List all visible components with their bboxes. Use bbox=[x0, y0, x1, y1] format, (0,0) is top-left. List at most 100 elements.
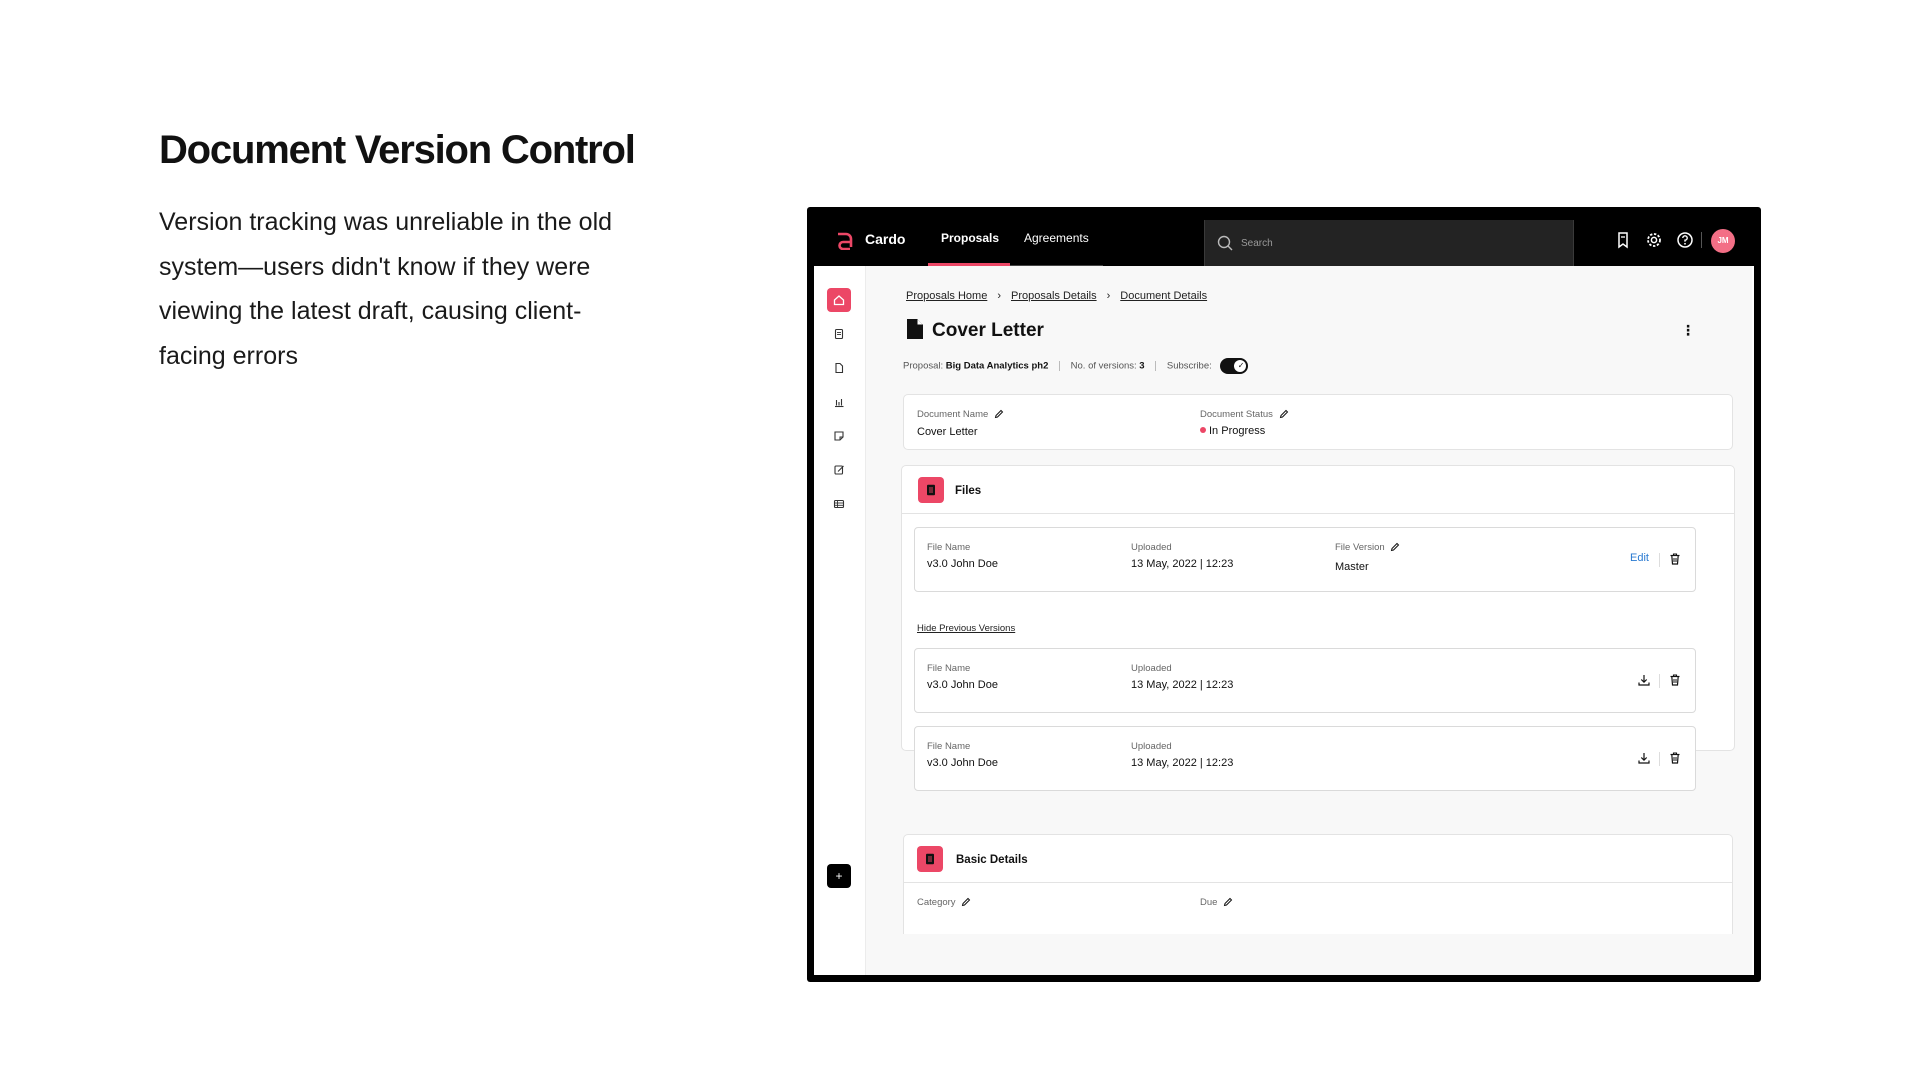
status-badge: In Progress bbox=[1200, 425, 1265, 437]
status-dot bbox=[1200, 427, 1206, 434]
breadcrumb-proposals-details[interactable]: Proposals Details bbox=[1011, 290, 1097, 302]
file-name-label: File Name bbox=[927, 663, 971, 674]
tab-agreements[interactable]: Agreements bbox=[1024, 231, 1089, 245]
document-name-label: Document Name bbox=[917, 409, 1004, 420]
sidebar-item-home[interactable] bbox=[827, 288, 851, 312]
sidebar: + bbox=[814, 266, 866, 975]
trash-icon[interactable] bbox=[1668, 673, 1682, 687]
search-input[interactable] bbox=[1241, 234, 1541, 252]
breadcrumb: Proposals Home › Proposals Details › Documen… bbox=[906, 290, 1207, 302]
search-box[interactable] bbox=[1204, 220, 1574, 266]
pencil-icon[interactable] bbox=[994, 409, 1004, 419]
bookmark-icon[interactable] bbox=[1614, 231, 1632, 249]
file-version-value: Master bbox=[1335, 561, 1369, 573]
file-name-value[interactable]: v3.0 John Doe bbox=[927, 558, 998, 570]
document-status-label: Document Status bbox=[1200, 409, 1289, 420]
document-info-card: Document Name Cover Letter Document Stat… bbox=[903, 394, 1733, 450]
edit-note-icon bbox=[834, 465, 844, 475]
uploaded-value: 13 May, 2022 | 12:23 bbox=[1131, 679, 1234, 691]
row-separator bbox=[1659, 752, 1660, 766]
gear-icon[interactable] bbox=[1645, 231, 1663, 249]
previous-file-row: File Name v3.0 John Doe Uploaded 13 May,… bbox=[914, 648, 1696, 713]
document-meta: Proposal: Big Data Analytics ph2 No. of … bbox=[903, 358, 1249, 374]
file-name-label: File Name bbox=[927, 542, 971, 553]
main-content: Proposals Home › Proposals Details › Documen… bbox=[866, 266, 1752, 975]
basic-details-card: Basic Details Category Due bbox=[903, 834, 1733, 934]
subscribe-label: Subscribe: bbox=[1166, 360, 1212, 372]
file-version-label: File Version bbox=[1335, 542, 1400, 553]
add-button[interactable]: + bbox=[827, 864, 851, 888]
due-label: Due bbox=[1200, 897, 1233, 908]
pencil-icon[interactable] bbox=[1223, 897, 1233, 907]
breadcrumb-proposals-home[interactable]: Proposals Home bbox=[906, 290, 987, 302]
uploaded-value: 13 May, 2022 | 12:23 bbox=[1131, 558, 1234, 570]
table-icon bbox=[833, 499, 845, 509]
help-icon[interactable] bbox=[1676, 231, 1694, 249]
sidebar-item-documents[interactable] bbox=[827, 322, 851, 346]
tab-proposals[interactable]: Proposals bbox=[941, 231, 999, 245]
uploaded-label: Uploaded bbox=[1131, 542, 1172, 553]
document-list-icon bbox=[834, 328, 844, 340]
file-name-value[interactable]: v3.0 John Doe bbox=[927, 679, 998, 691]
chevron-right-icon: › bbox=[997, 290, 1001, 302]
subscribe-toggle[interactable]: ✓ bbox=[1220, 358, 1249, 374]
category-label: Category bbox=[917, 897, 971, 908]
home-icon bbox=[833, 295, 845, 306]
current-file-row: File Name v3.0 John Doe Uploaded 13 May,… bbox=[914, 527, 1696, 592]
section-divider bbox=[904, 882, 1732, 883]
top-bar: Cardo Proposals Agreements Search JM bbox=[814, 214, 1754, 266]
download-icon[interactable] bbox=[1637, 751, 1651, 765]
basic-details-title: Basic Details bbox=[956, 854, 1028, 866]
top-bar-separator bbox=[1701, 232, 1702, 248]
download-icon[interactable] bbox=[1637, 673, 1651, 687]
pencil-icon[interactable] bbox=[1390, 542, 1400, 552]
previous-file-row: File Name v3.0 John Doe Uploaded 13 May,… bbox=[914, 726, 1696, 791]
row-separator bbox=[1659, 674, 1660, 688]
sidebar-item-notes[interactable] bbox=[827, 424, 851, 448]
versions-value: 3 bbox=[1139, 360, 1145, 372]
files-card: Files File Name v3.0 John Doe Uploaded 1… bbox=[901, 465, 1735, 791]
note-icon bbox=[834, 431, 844, 441]
uploaded-label: Uploaded bbox=[1131, 663, 1172, 674]
check-icon: ✓ bbox=[1237, 361, 1245, 370]
basic-details-section-icon bbox=[917, 846, 943, 872]
uploaded-value: 13 May, 2022 | 12:23 bbox=[1131, 757, 1234, 769]
proposal-value[interactable]: Big Data Analytics ph2 bbox=[946, 361, 1049, 372]
uploaded-label: Uploaded bbox=[1131, 741, 1172, 752]
file-text-icon bbox=[927, 484, 935, 496]
document-name-value: Cover Letter bbox=[917, 426, 978, 438]
brand-name[interactable]: Cardo bbox=[865, 231, 905, 247]
more-options-icon[interactable]: ⋮ bbox=[1680, 321, 1696, 339]
pencil-icon[interactable] bbox=[1279, 409, 1289, 419]
sidebar-item-table[interactable] bbox=[827, 492, 851, 516]
row-separator bbox=[1659, 553, 1660, 567]
page-title: Cover Letter bbox=[932, 320, 1044, 341]
files-section-icon bbox=[918, 477, 944, 503]
section-divider bbox=[902, 513, 1734, 514]
bar-chart-icon bbox=[835, 399, 844, 408]
app-screenshot-frame: Cardo Proposals Agreements Search JM + P… bbox=[807, 207, 1761, 982]
user-avatar[interactable]: JM bbox=[1711, 229, 1735, 253]
breadcrumb-document-details[interactable]: Document Details bbox=[1120, 290, 1207, 302]
sidebar-item-files[interactable] bbox=[827, 356, 851, 380]
pencil-icon[interactable] bbox=[961, 897, 971, 907]
versions-label: No. of versions: bbox=[1070, 360, 1137, 372]
document-icon bbox=[907, 319, 923, 339]
file-name-value[interactable]: v3.0 John Doe bbox=[927, 757, 998, 769]
trash-icon[interactable] bbox=[1668, 751, 1682, 765]
sidebar-item-edit-notes[interactable] bbox=[827, 458, 851, 482]
meta-separator bbox=[1059, 361, 1061, 371]
slide-title: Document Version Control bbox=[159, 128, 636, 172]
files-section-title: Files bbox=[955, 485, 982, 497]
meta-separator bbox=[1155, 361, 1157, 371]
hide-previous-versions-link[interactable]: Hide Previous Versions bbox=[917, 623, 1015, 634]
file-text-icon bbox=[926, 853, 934, 865]
cardo-logo-icon[interactable] bbox=[834, 230, 854, 250]
file-icon bbox=[835, 362, 844, 374]
search-icon bbox=[1217, 235, 1233, 251]
app-window: Cardo Proposals Agreements Search JM + P… bbox=[814, 214, 1754, 975]
trash-icon[interactable] bbox=[1668, 552, 1682, 566]
sidebar-item-analytics[interactable] bbox=[827, 390, 851, 414]
chevron-right-icon: › bbox=[1106, 290, 1111, 302]
edit-button[interactable]: Edit bbox=[1630, 552, 1649, 564]
